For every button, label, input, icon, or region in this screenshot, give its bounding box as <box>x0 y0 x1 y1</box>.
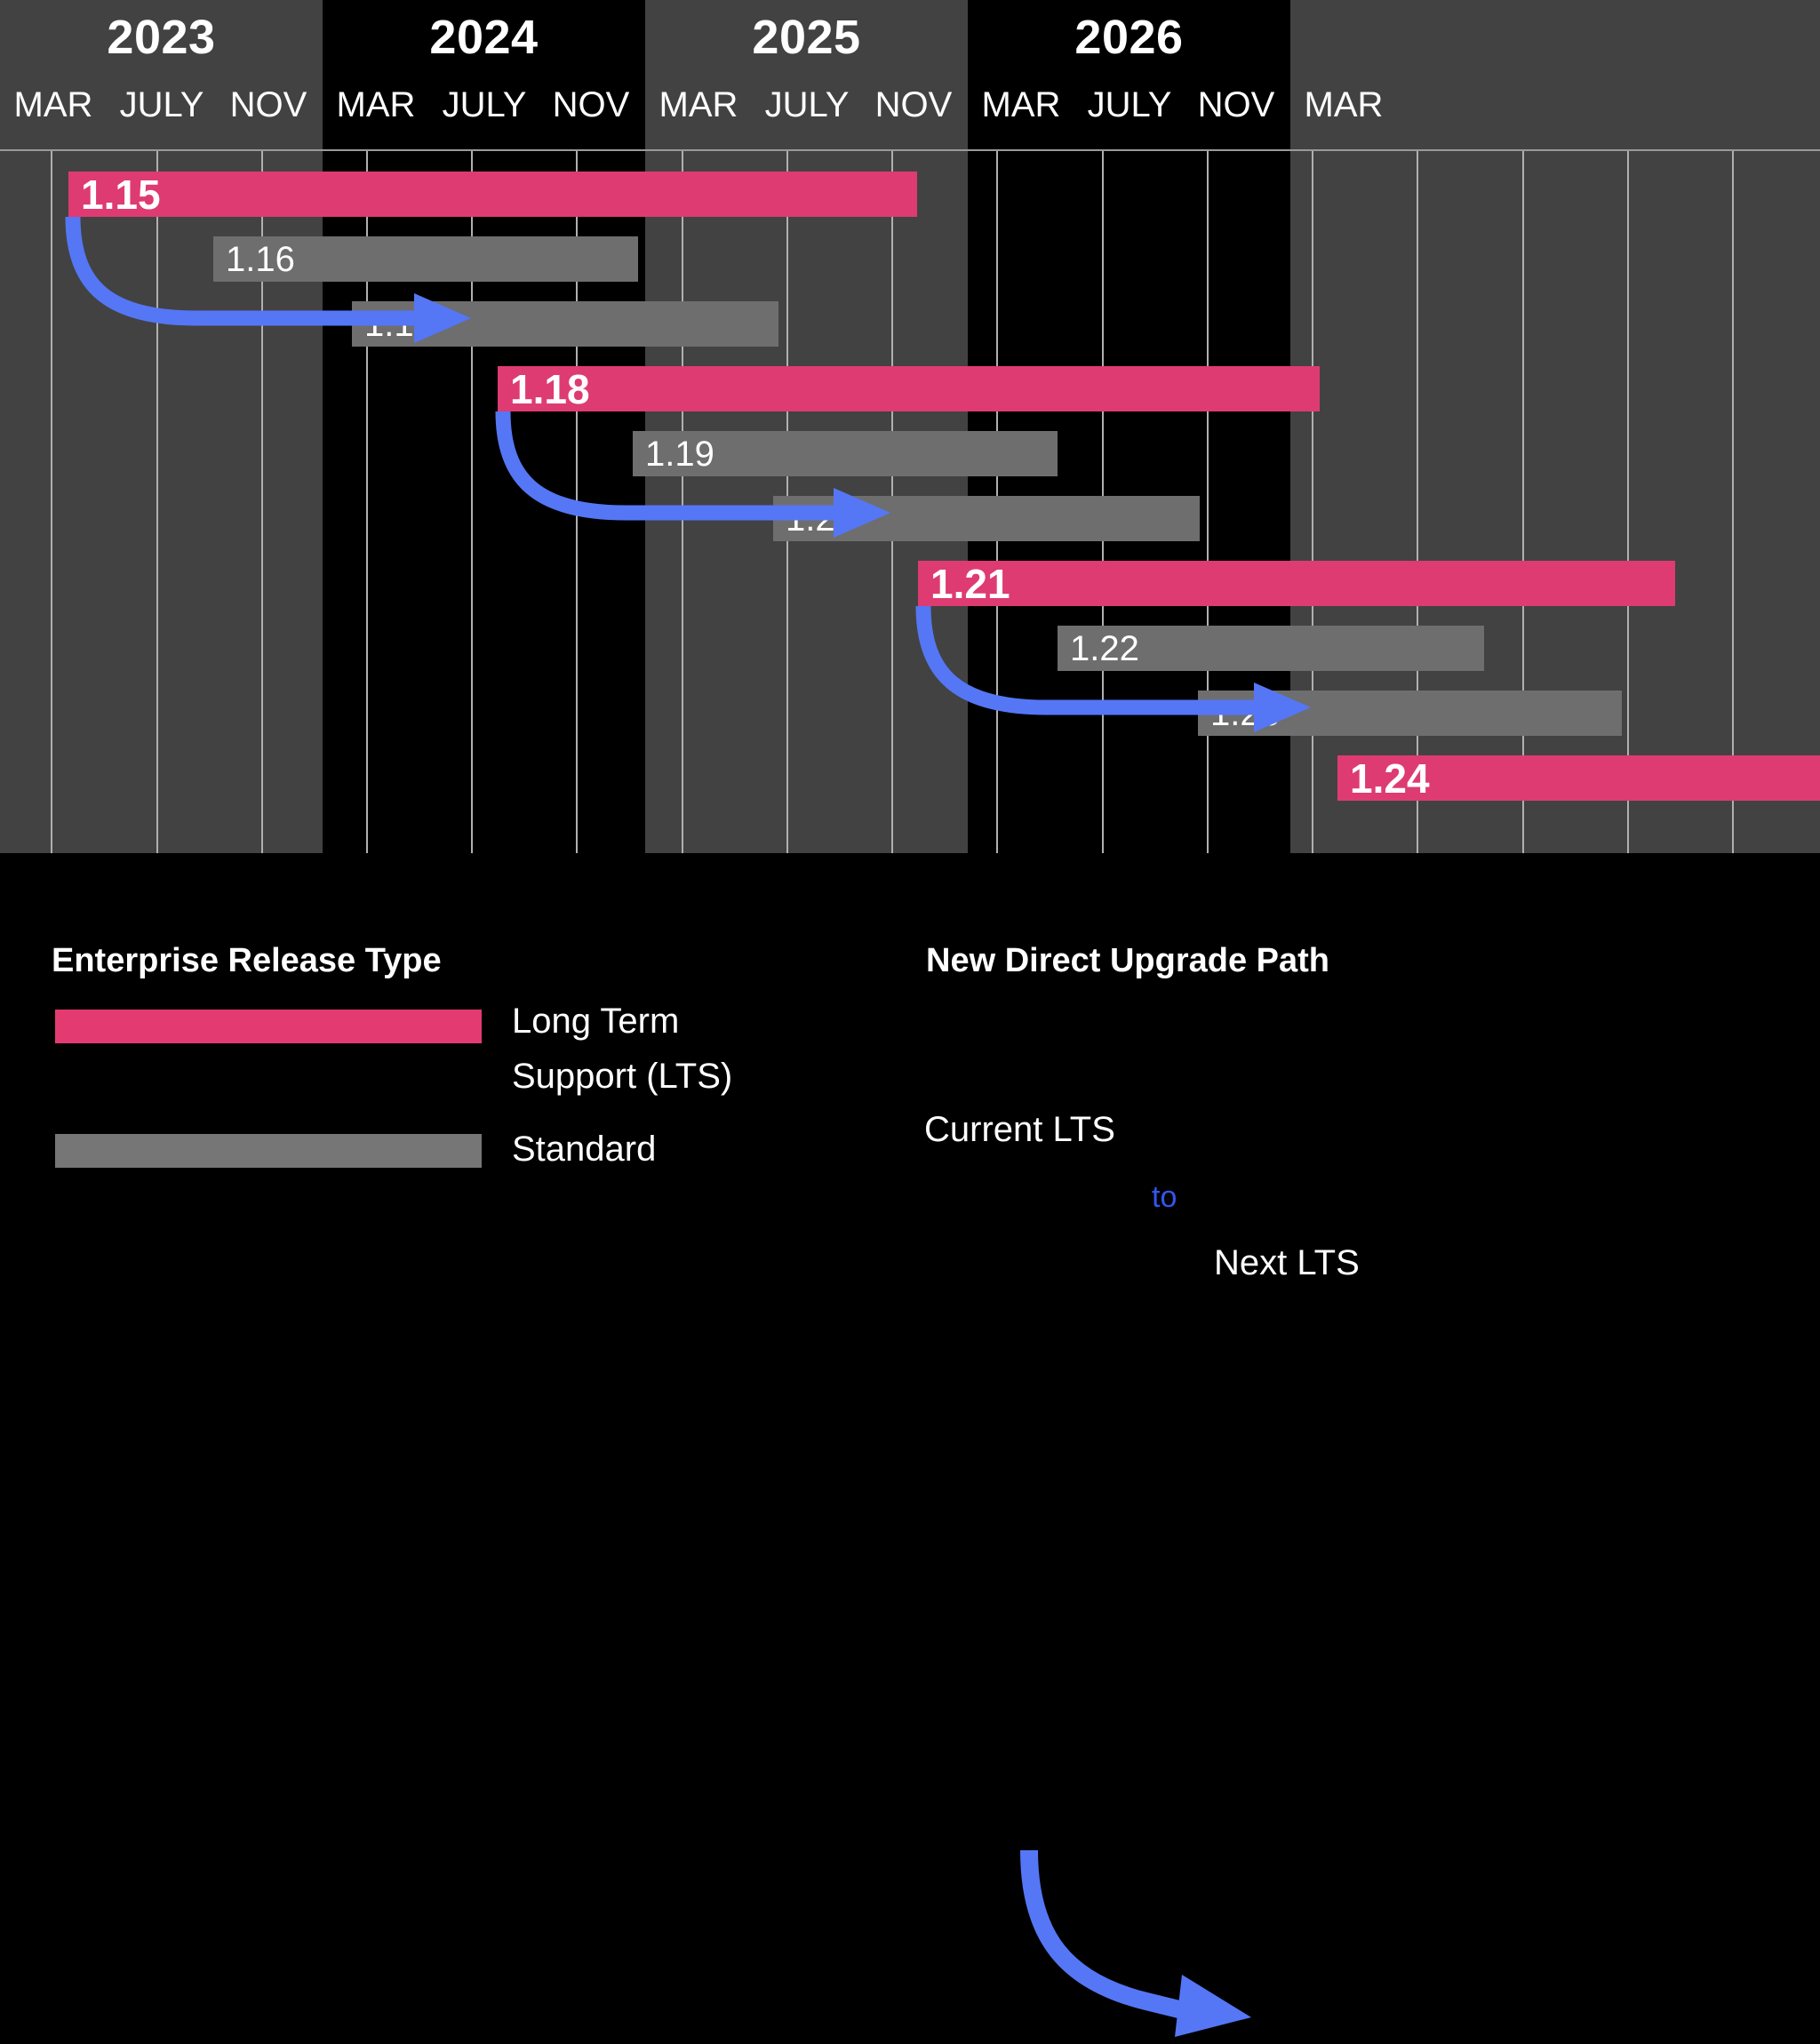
legend-area: Enterprise Release Type Long Term Suppor… <box>0 853 1820 2037</box>
release-bar-1-20[interactable]: 1.20 <box>773 496 1200 541</box>
legend-swatch-lts <box>55 1010 482 1043</box>
legend-label-current-lts: Current LTS <box>924 1110 1115 1149</box>
release-bar-label: 1.24 <box>1350 755 1430 802</box>
gridline-q <box>1627 151 1629 853</box>
month-tick-trailing-mar: MAR <box>1304 85 1384 124</box>
gridline-q <box>51 151 52 853</box>
release-bar-label: 1.15 <box>81 171 161 218</box>
release-bar-label: 1.21 <box>930 560 1010 607</box>
release-bar-1-16[interactable]: 1.16 <box>213 236 638 282</box>
legend-title-upgrade-path: New Direct Upgrade Path <box>926 942 1329 979</box>
release-bar-label: 1.16 <box>226 239 295 279</box>
release-bar-label: 1.22 <box>1070 628 1139 668</box>
month-tick-2023-nov: NOV <box>229 85 307 124</box>
release-bar-1-21[interactable]: 1.21 <box>918 561 1675 606</box>
release-bar-1-19[interactable]: 1.19 <box>633 431 1058 476</box>
month-tick-2025-mar: MAR <box>659 85 738 124</box>
gridline-q <box>156 151 158 853</box>
gridline-q <box>1207 151 1209 853</box>
column-band-trailing <box>1290 151 1820 853</box>
month-tick-2024-nov: NOV <box>552 85 630 124</box>
gridline-q <box>1522 151 1524 853</box>
year-band-2025: 2025 <box>645 0 968 151</box>
release-bar-1-17[interactable]: 1.17 <box>352 301 778 347</box>
release-bar-label: 1.18 <box>510 365 590 412</box>
year-band-2026: 2026 <box>968 0 1290 151</box>
month-tick-2023-july: JULY <box>119 85 204 124</box>
release-bar-label: 1.23 <box>1210 693 1280 733</box>
gridline-q <box>682 151 683 853</box>
month-tick-2026-july: JULY <box>1087 85 1172 124</box>
year-label-2026: 2026 <box>1074 11 1184 64</box>
legend-label-lts-line2: Support (LTS) <box>512 1057 733 1096</box>
year-band-2024: 2024 <box>323 0 645 151</box>
legend-label-next-lts: Next LTS <box>1214 1243 1360 1282</box>
month-tick-2026-mar: MAR <box>981 85 1061 124</box>
legend-upgrade-arrow-icon <box>1020 1849 1251 2037</box>
release-bar-label: 1.20 <box>786 499 855 539</box>
release-bar-1-23[interactable]: 1.23 <box>1198 691 1622 736</box>
month-tick-2023-mar: MAR <box>13 85 93 124</box>
release-bar-label: 1.17 <box>364 304 434 344</box>
gridline-q <box>1417 151 1418 853</box>
release-bar-1-15[interactable]: 1.15 <box>68 172 917 217</box>
year-label-2024: 2024 <box>429 11 539 64</box>
release-bar-1-18[interactable]: 1.18 <box>498 366 1320 411</box>
month-tick-2025-july: JULY <box>764 85 850 124</box>
legend-label-to: to <box>1152 1180 1177 1214</box>
month-tick-2024-july: JULY <box>442 85 527 124</box>
release-timeline-infographic: 2023 2024 2025 2026 MAR JULY NOV MAR JUL… <box>0 0 1820 2037</box>
gridline-q <box>1312 151 1313 853</box>
legend-label-standard: Standard <box>512 1130 657 1169</box>
release-bar-1-22[interactable]: 1.22 <box>1058 626 1484 671</box>
gridline-q <box>1732 151 1734 853</box>
legend-label-lts-line1: Long Term <box>512 1002 680 1041</box>
month-tick-2024-mar: MAR <box>336 85 416 124</box>
year-band-2023: 2023 <box>0 0 323 151</box>
month-tick-2025-nov: NOV <box>874 85 953 124</box>
chart-plot-area: 1.15 1.16 1.17 1.18 1.19 1.20 1.21 1.22 … <box>0 151 1820 853</box>
year-label-2025: 2025 <box>752 11 861 64</box>
release-bar-label: 1.19 <box>645 434 714 474</box>
legend-swatch-standard <box>55 1134 482 1168</box>
year-band-trailing <box>1290 0 1820 151</box>
release-bar-1-24[interactable]: 1.24 <box>1337 755 1820 801</box>
year-label-2023: 2023 <box>107 11 216 64</box>
timeline-header: 2023 2024 2025 2026 MAR JULY NOV MAR JUL… <box>0 0 1820 152</box>
month-tick-2026-nov: NOV <box>1197 85 1275 124</box>
legend-title-release-type: Enterprise Release Type <box>52 942 442 979</box>
